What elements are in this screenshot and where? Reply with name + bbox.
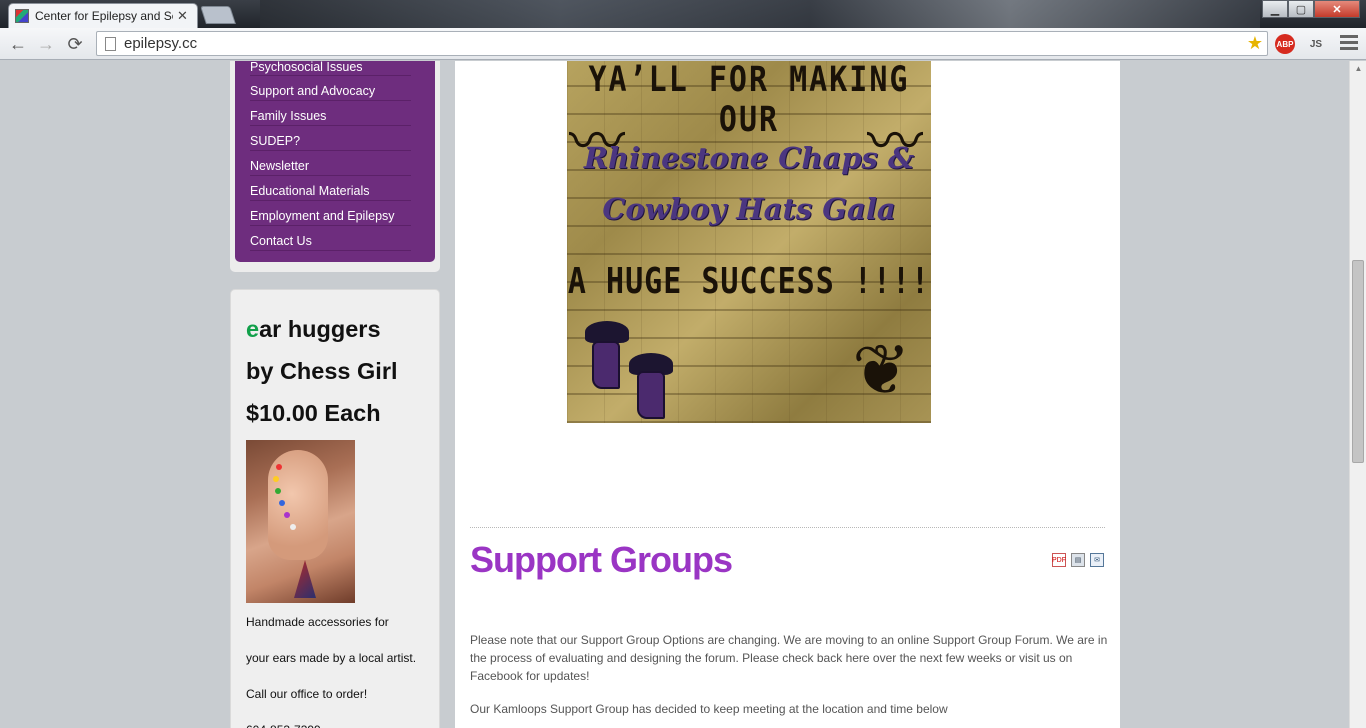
reload-button[interactable]: ⟳ [63,32,87,56]
nav-item-employment-and-epilepsy[interactable]: Employment and Epilepsy [250,201,411,226]
banner-line-4: A HUGE SUCCESS !!!! [567,260,931,303]
earring-drop [294,560,316,598]
ear-huggers-photo[interactable] [246,440,355,603]
back-button[interactable]: ← [6,32,30,56]
gem [284,512,290,518]
left-sidebar: Psychosocial Issues Support and Advocacy… [230,61,440,728]
article-paragraph-1: Please note that our Support Group Optio… [470,633,1108,683]
cowboy-boot-icon [592,341,620,389]
article-actions: PDF ▤ ✉ [1052,553,1104,567]
nav-menu-frame: Psychosocial Issues Support and Advocacy… [230,61,440,272]
page-viewport: Psychosocial Issues Support and Advocacy… [0,61,1349,728]
browser-menu-icon[interactable] [1340,35,1358,53]
gem [279,500,285,506]
ear-huggers-ad: ear huggers by Chess Girl $10.00 Each Ha… [230,289,440,728]
ad-title: ear huggers [246,308,439,350]
banner-line-2: Rhinestone Chaps & [583,141,915,175]
swirl-ornament-icon: ❦ [852,331,911,409]
ad-phone: 604-853-7399 [246,714,439,728]
pdf-icon[interactable]: PDF [1052,553,1066,567]
url-text[interactable]: epilepsy.cc [124,35,197,52]
forward-button[interactable]: → [34,32,58,56]
nav-item-psychosocial-issues[interactable]: Psychosocial Issues [250,61,411,76]
article-paragraph-2: Our Kamloops Support Group has decided t… [470,702,948,716]
maximize-button[interactable]: ▢ [1288,0,1314,18]
ad-title-rest: ar huggers [259,316,381,342]
scrollbar-thumb[interactable] [1352,260,1364,463]
scroll-up-arrow-icon[interactable]: ▲ [1350,61,1366,75]
nav-item-newsletter[interactable]: Newsletter [250,151,411,176]
page-icon [105,36,116,51]
ad-text-1: Handmade accessories for [246,615,389,629]
gem [290,524,296,530]
title-bar: Center for Epilepsy and Se ✕ ▁ ▢ ✕ [0,0,1366,28]
adblock-extension-icon[interactable]: ABP [1275,34,1295,54]
nav-menu: Psychosocial Issues Support and Advocacy… [235,61,435,262]
ad-text-2: your ears made by a local artist. [246,651,417,665]
browser-toolbar: ← → ⟳ epilepsy.cc ★ ABP JS [0,28,1366,60]
tab-close-icon[interactable]: ✕ [177,8,188,24]
vertical-scrollbar[interactable]: ▲ [1349,61,1366,728]
cowboy-boot-icon [637,371,665,419]
site-favicon-icon [15,9,29,23]
ad-text-3: Call our office to order! [246,687,368,701]
close-window-button[interactable]: ✕ [1314,0,1360,18]
gem [273,476,279,482]
new-tab-button[interactable] [200,6,236,24]
bookmark-star-icon[interactable]: ★ [1247,33,1263,54]
nav-item-sudep[interactable]: SUDEP? [250,126,411,151]
ad-price: $10.00 Each [246,400,381,426]
title-bar-background [260,0,1260,28]
article-title: Support Groups [470,539,733,580]
browser-tab[interactable]: Center for Epilepsy and Se ✕ [8,3,198,28]
minimize-button[interactable]: ▁ [1262,0,1288,18]
nav-item-family-issues[interactable]: Family Issues [250,101,411,126]
nav-item-contact-us[interactable]: Contact Us [250,226,411,251]
address-bar[interactable]: epilepsy.cc ★ [96,31,1268,56]
nav-item-support-and-advocacy[interactable]: Support and Advocacy [250,76,411,101]
gem [275,488,281,494]
main-content: YA’LL FOR MAKING OUR 〰 〰 Rhinestone Chap… [455,61,1120,728]
tab-title: Center for Epilepsy and Se [35,9,173,23]
window-controls: ▁ ▢ ✕ [1262,0,1360,18]
js-extension-icon[interactable]: JS [1306,34,1326,54]
gem [276,464,282,470]
print-icon[interactable]: ▤ [1071,553,1085,567]
cowboy-hat-icon [585,321,629,343]
article-divider [470,527,1105,528]
nav-item-educational-materials[interactable]: Educational Materials [250,176,411,201]
email-icon[interactable]: ✉ [1090,553,1104,567]
gala-banner-image: YA’LL FOR MAKING OUR 〰 〰 Rhinestone Chap… [567,61,931,423]
ad-title-first-letter: e [246,316,260,342]
banner-line-3: Cowboy Hats Gala [602,192,896,226]
article-body: Please note that our Support Group Optio… [470,631,1110,728]
ad-subtitle: by Chess Girl [246,358,398,384]
